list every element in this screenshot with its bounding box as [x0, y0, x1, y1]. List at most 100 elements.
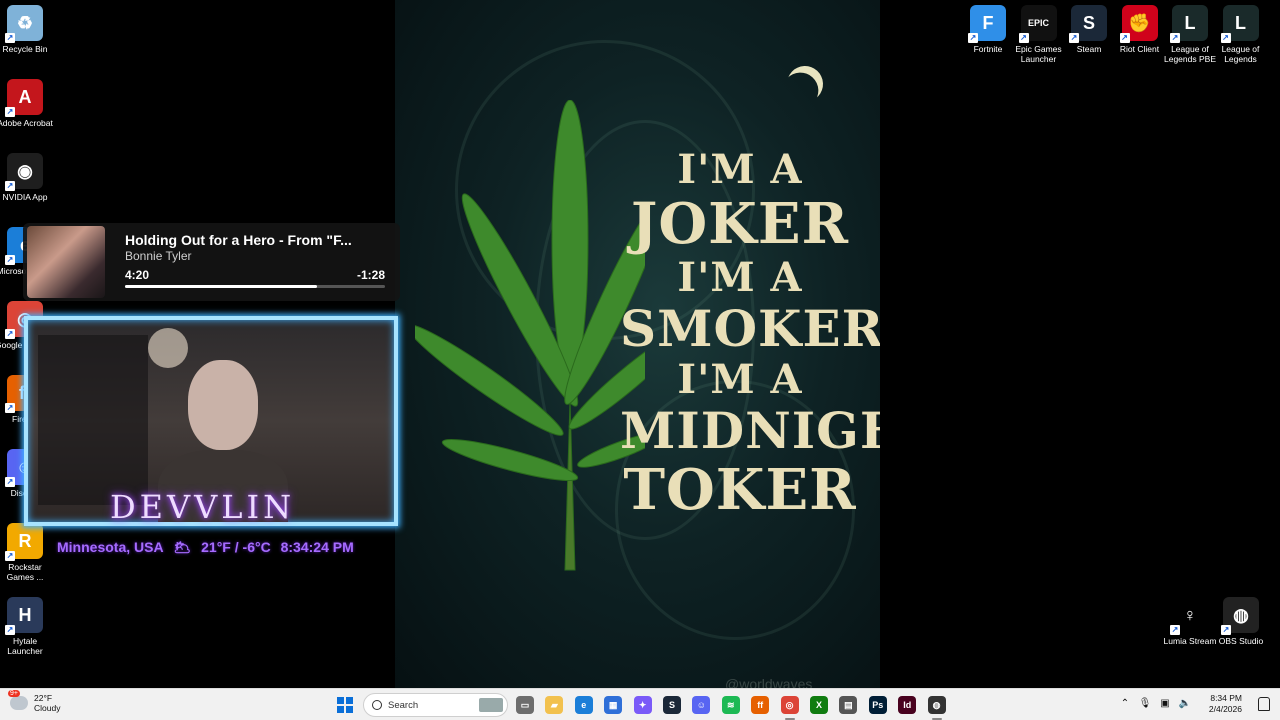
windows-logo-pane: [337, 706, 344, 713]
desktop-icon[interactable]: L ↗ League of Legends: [1211, 5, 1271, 64]
windows-logo-pane: [346, 697, 353, 704]
windows-logo-pane: [346, 706, 353, 713]
shortcut-arrow-icon: ↗: [5, 329, 15, 339]
search-icon: [372, 700, 382, 710]
shortcut-arrow-icon: ↗: [1119, 33, 1130, 43]
search-placeholder: Search: [388, 700, 419, 711]
lumia-stream-icon: ♀ ↗: [1170, 597, 1208, 635]
chevron-up-icon[interactable]: ⌃: [1118, 698, 1132, 710]
taskbar-photoshop-icon[interactable]: Ps: [868, 696, 887, 714]
taskbar-indesign-icon[interactable]: Id: [898, 696, 917, 714]
taskbar-edge-icon[interactable]: e: [574, 696, 593, 714]
media-player-widget[interactable]: Holding Out for a Hero - From "F... Bonn…: [23, 223, 400, 301]
shortcut-arrow-icon: ↗: [5, 477, 15, 487]
fortnite-icon: F ↗: [968, 5, 1006, 43]
desktop-icon[interactable]: R ↗ Rockstar Games ...: [0, 523, 55, 582]
nvidia-icon: ◉ ↗: [5, 153, 43, 191]
system-tray: ⌃ 🎙 ▣ 🔈 8:34 PM 2/4/2026: [1118, 693, 1242, 715]
notification-badge: 9+: [8, 690, 20, 697]
desktop-icon-label: NVIDIA App: [2, 192, 48, 202]
taskbar-search-box[interactable]: Search: [363, 693, 508, 717]
streamer-name: DEVVLIN: [110, 488, 296, 526]
temperature-text: 21°F / -6°C: [201, 539, 271, 555]
windows-logo-pane: [337, 697, 344, 704]
shortcut-arrow-icon: ↗: [5, 107, 15, 117]
league-pbe-icon: L ↗: [1170, 5, 1208, 43]
microphone-icon[interactable]: 🎙: [1138, 698, 1152, 710]
desktop-wallpaper: I'M A JOKER I'M A SMOKER I'M A MIDNIGHT …: [395, 0, 880, 688]
rockstar-icon: R ↗: [5, 523, 43, 561]
desktop-icon-label: OBS Studio: [1218, 636, 1264, 646]
shortcut-arrow-icon: ↗: [1170, 33, 1180, 43]
league-icon: L ↗: [1220, 5, 1259, 43]
taskbar-xbox-icon[interactable]: X: [810, 696, 828, 714]
cloud-icon: 9+: [8, 690, 28, 710]
album-art: [27, 226, 105, 298]
taskbar-spotify-icon[interactable]: ≋: [721, 696, 740, 714]
shortcut-arrow-icon: ↗: [968, 33, 978, 43]
desktop-icon-label: Adobe Acrobat: [0, 118, 53, 128]
shortcut-arrow-icon: ↗: [5, 255, 15, 265]
desktop-icon[interactable]: ♻ ↗ Recycle Bin: [0, 5, 55, 54]
volume-icon[interactable]: 🔈: [1178, 698, 1192, 710]
desktop-icon[interactable]: A ↗ Adobe Acrobat: [0, 79, 55, 128]
weather-cloud-icon: 🌥: [173, 539, 192, 555]
network-icon[interactable]: ▣: [1158, 698, 1172, 710]
taskbar-file-explorer-icon[interactable]: ▰: [545, 696, 564, 714]
elapsed-time: 4:20: [125, 268, 150, 282]
taskbar-discord-icon[interactable]: ☺: [692, 696, 711, 714]
steam-icon: S ↗: [1069, 5, 1107, 43]
weather-desc: Cloudy: [34, 703, 61, 713]
shortcut-arrow-icon: ↗: [1220, 33, 1231, 43]
shortcut-arrow-icon: ↗: [5, 181, 15, 191]
desktop-icon-label: Hytale Launcher: [7, 636, 43, 656]
search-highlight-image: [479, 698, 503, 712]
shortcut-arrow-icon: ↗: [1018, 33, 1029, 43]
webcam-info-bar: Minnesota, USA 🌥 21°F / -6°C 8:34:24 PM: [57, 539, 360, 556]
desktop-icon-label: Recycle Bin: [2, 44, 48, 54]
taskbar: 9+ 22°F Cloudy Search ▭ ▰ e ▦ ✦ S ☺ ≋ ff ◎ X ▤ Ps Id ◍…: [0, 688, 1280, 720]
playback-progress-bar[interactable]: [125, 285, 385, 288]
wallpaper-line: I'M A: [677, 254, 803, 301]
recycle-bin-icon: ♻ ↗: [5, 5, 43, 43]
shortcut-arrow-icon: ↗: [5, 625, 15, 635]
taskbar-firefox-icon[interactable]: ff: [751, 696, 770, 714]
streamer-head: [188, 360, 258, 450]
wallpaper-credit: @worldwaves: [725, 676, 813, 688]
start-button[interactable]: [337, 697, 353, 713]
crescent-moon-graphic: [781, 60, 829, 108]
taskbar-microsoft-store-icon[interactable]: ▦: [604, 696, 623, 714]
shortcut-arrow-icon: ↗: [1170, 625, 1180, 635]
taskbar-clock[interactable]: 8:34 PM 2/4/2026: [1198, 693, 1242, 715]
wallpaper-line: TOKER: [623, 457, 857, 523]
remaining-time: -1:28: [356, 268, 385, 282]
weather-widget[interactable]: 9+ 22°F Cloudy: [8, 690, 61, 713]
taskbar-chrome-icon[interactable]: ◎: [780, 696, 799, 720]
wallpaper-line: MIDNIGHT: [620, 401, 880, 460]
shortcut-arrow-icon: ↗: [5, 403, 15, 413]
playback-progress-fill: [125, 285, 318, 288]
riot-client-icon: ✊ ↗: [1119, 5, 1158, 43]
taskbar-obs-icon[interactable]: ◍: [927, 696, 946, 720]
wallpaper-line: JOKER: [630, 191, 850, 257]
obs-icon: ◍ ↗: [1221, 597, 1259, 635]
hytale-icon: H ↗: [5, 597, 43, 635]
taskbar-task-view-icon[interactable]: ▭: [516, 696, 534, 714]
track-artist: Bonnie Tyler: [125, 249, 192, 263]
wallpaper-line: I'M A: [677, 146, 803, 193]
taskbar-app-window-icon[interactable]: ▤: [839, 696, 858, 714]
notification-bell-icon[interactable]: [1258, 697, 1270, 711]
desktop-icon[interactable]: ◍ ↗ OBS Studio: [1211, 597, 1271, 646]
clock-text: 8:34:24 PM: [280, 539, 354, 555]
taskbar-copilot-icon[interactable]: ✦: [633, 696, 652, 714]
background-shelf: [38, 335, 148, 505]
cannabis-leaf-graphic: [415, 100, 645, 571]
weather-temp: 22°F: [34, 693, 53, 703]
desktop-icon[interactable]: H ↗ Hytale Launcher: [0, 597, 55, 656]
shortcut-arrow-icon: ↗: [1069, 33, 1079, 43]
taskbar-steam-icon[interactable]: S: [663, 696, 681, 714]
location-text: Minnesota, USA: [57, 539, 164, 555]
desktop-icon-label: League of Legends: [1221, 44, 1260, 64]
clock-date: 2/4/2026: [1208, 704, 1242, 714]
desktop-icon[interactable]: ◉ ↗ NVIDIA App: [0, 153, 55, 202]
